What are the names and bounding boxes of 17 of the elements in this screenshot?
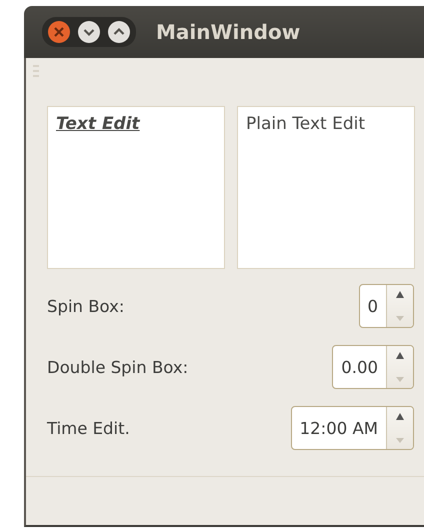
text-edit-field[interactable]: Plain Text Edit: [237, 106, 415, 269]
spin-box[interactable]: 0: [358, 284, 414, 328]
maximize-icon[interactable]: [107, 20, 131, 44]
spin-box[interactable]: 0.00: [332, 345, 414, 389]
field-label: Double Spin Box:: [47, 358, 188, 376]
text-edit-field[interactable]: Text Edit: [47, 106, 225, 269]
close-icon[interactable]: [47, 20, 71, 44]
rich-text: Text Edit: [56, 114, 140, 134]
field-label: Spin Box:: [47, 296, 124, 316]
plain-text: Plain Text Edit: [246, 114, 365, 134]
up-arrow-icon[interactable]: [396, 413, 404, 420]
up-arrow-icon[interactable]: [396, 352, 404, 359]
field-label: Time Edit.: [47, 418, 130, 438]
window-title: MainWindow: [156, 20, 300, 44]
spin-box[interactable]: 12:00 AM: [290, 406, 414, 450]
minimize-icon[interactable]: [77, 20, 101, 44]
up-arrow-icon[interactable]: [396, 291, 404, 298]
